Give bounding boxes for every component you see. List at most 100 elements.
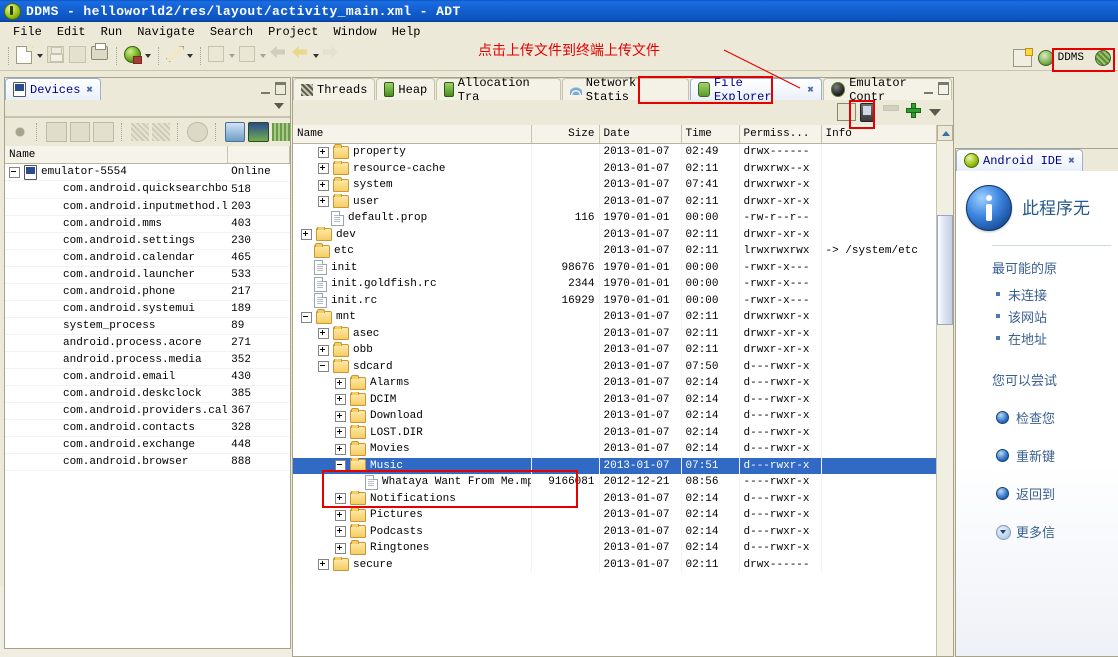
- list-item[interactable]: 重新键: [996, 446, 1118, 465]
- debug-process-icon[interactable]: [11, 123, 30, 141]
- menu-item-search[interactable]: Search: [203, 24, 261, 40]
- table-row[interactable]: init.goldfish.rc 2344 1970-01-01 00:00 -rwxr…: [293, 276, 937, 293]
- expand-icon[interactable]: [335, 443, 346, 455]
- table-row[interactable]: com.android.settings 230: [5, 232, 290, 250]
- screen-capture-device-icon[interactable]: [69, 122, 91, 142]
- devices-col-status[interactable]: [227, 146, 290, 164]
- debug-dropdown-arrow-icon[interactable]: [187, 54, 193, 58]
- new-android-project-button[interactable]: [208, 46, 228, 66]
- scroll-up-arrow-icon[interactable]: [937, 125, 953, 141]
- minimize-icon[interactable]: [924, 83, 933, 94]
- run-button[interactable]: [124, 46, 144, 66]
- table-row[interactable]: mnt 2013-01-07 02:11 drwxrwxr-x: [293, 309, 937, 326]
- table-row[interactable]: etc 2013-01-07 02:11 lrwxrwxrwx -> /system/e…: [293, 243, 937, 260]
- expand-icon[interactable]: [318, 559, 329, 571]
- table-row[interactable]: Download 2013-01-07 02:14 d---rwxr-x: [293, 408, 937, 425]
- halt-icon[interactable]: [187, 122, 208, 142]
- col-size[interactable]: Size: [531, 125, 600, 144]
- table-row[interactable]: init 98676 1970-01-01 00:00 -rwxr-x---: [293, 259, 937, 276]
- history-dropdown-arrow-icon[interactable]: [313, 54, 319, 58]
- table-row[interactable]: com.android.mms 403: [5, 215, 290, 233]
- tab-heap[interactable]: Heap: [376, 78, 436, 100]
- collapse-icon[interactable]: [301, 311, 312, 323]
- expand-icon[interactable]: [335, 526, 346, 538]
- collapse-icon[interactable]: [335, 460, 346, 472]
- table-row[interactable]: Ringtones 2013-01-07 02:14 d---rwxr-x: [293, 540, 937, 557]
- table-row[interactable]: resource-cache 2013-01-07 02:11 drwxrwx--x: [293, 160, 937, 177]
- col-time[interactable]: Time: [681, 125, 740, 144]
- table-row[interactable]: com.android.systemui 189: [5, 300, 290, 318]
- table-row[interactable]: com.android.quicksearchbox 518: [5, 181, 290, 199]
- table-row[interactable]: com.android.email 430: [5, 368, 290, 386]
- col-name[interactable]: Name: [293, 125, 532, 144]
- maximize-icon[interactable]: [275, 82, 286, 95]
- table-row[interactable]: com.android.browser 888: [5, 453, 290, 471]
- pull-file-button[interactable]: [837, 103, 856, 122]
- expand-icon[interactable]: [335, 377, 346, 389]
- save-button[interactable]: [47, 46, 67, 66]
- table-row[interactable]: Whataya Want From Me.mp3 9166081 2012-12-2…: [293, 474, 937, 491]
- maximize-icon[interactable]: [938, 82, 949, 95]
- view-menu-button[interactable]: [929, 103, 948, 122]
- expand-icon[interactable]: [335, 427, 346, 439]
- menu-item-edit[interactable]: Edit: [50, 24, 94, 40]
- table-row[interactable]: default.prop 116 1970-01-01 00:00 -rw-r--r--: [293, 210, 937, 227]
- table-row[interactable]: com.android.inputmethod.la 203: [5, 198, 290, 216]
- table-row[interactable]: user 2013-01-07 02:11 drwxr-xr-x: [293, 193, 937, 210]
- close-icon[interactable]: ✖: [86, 83, 93, 97]
- screen-capture-icon[interactable]: [224, 122, 246, 142]
- open-perspective-button[interactable]: [1012, 48, 1033, 67]
- new-folder-button[interactable]: [906, 103, 925, 122]
- run-dropdown-arrow-icon[interactable]: [145, 54, 151, 58]
- new-dropdown-arrow-icon[interactable]: [37, 54, 43, 58]
- table-row[interactable]: Music 2013-01-07 07:51 d---rwxr-x: [293, 457, 937, 474]
- tab-devices[interactable]: Devices ✖: [5, 78, 102, 100]
- minimize-icon[interactable]: [261, 83, 270, 94]
- menu-item-window[interactable]: Window: [326, 24, 384, 40]
- list-item[interactable]: 返回到: [996, 484, 1118, 503]
- menu-item-run[interactable]: Run: [94, 24, 131, 40]
- menu-item-project[interactable]: Project: [261, 24, 326, 40]
- expand-icon[interactable]: [318, 163, 329, 175]
- expand-icon[interactable]: [335, 509, 346, 521]
- file-explorer-scrollbar[interactable]: [936, 125, 953, 656]
- back-button[interactable]: [270, 46, 290, 66]
- menu-item-file[interactable]: File: [6, 24, 50, 40]
- table-row[interactable]: init.rc 16929 1970-01-01 00:00 -rwxr-x---: [293, 292, 937, 309]
- table-row[interactable]: Pictures 2013-01-07 02:14 d---rwxr-x: [293, 507, 937, 524]
- table-row[interactable]: system 2013-01-07 07:41 drwxrwxr-x: [293, 177, 937, 194]
- table-row[interactable]: asec 2013-01-07 02:11 drwxr-xr-x: [293, 325, 937, 342]
- table-row[interactable]: Alarms 2013-01-07 02:14 d---rwxr-x: [293, 375, 937, 392]
- table-row[interactable]: obb 2013-01-07 02:11 drwxr-xr-x: [293, 342, 937, 359]
- print-button[interactable]: [91, 43, 111, 66]
- view-menu-icon[interactable]: [274, 103, 284, 109]
- trash-icon[interactable]: [93, 122, 114, 142]
- expand-icon[interactable]: [318, 179, 329, 191]
- expand-icon[interactable]: [301, 229, 312, 241]
- scrollbar-thumb[interactable]: [937, 215, 953, 325]
- start-method-profiling-icon[interactable]: [130, 123, 149, 141]
- table-row[interactable]: LOST.DIR 2013-01-07 02:14 d---rwxr-x: [293, 424, 937, 441]
- delete-button[interactable]: [883, 103, 902, 122]
- list-item[interactable]: 检查您: [996, 408, 1118, 427]
- tab-file-explorer[interactable]: File Explorer ✖: [689, 76, 822, 104]
- forward-button[interactable]: [323, 46, 343, 66]
- table-row[interactable]: system_process 89: [5, 317, 290, 335]
- table-row[interactable]: secure 2013-01-07 02:11 drwx------: [293, 556, 937, 573]
- table-row[interactable]: com.android.calendar 465: [5, 249, 290, 267]
- perspective-other-button[interactable]: [1092, 49, 1116, 67]
- col-perm[interactable]: Permiss...: [739, 125, 822, 144]
- table-row[interactable]: Movies 2013-01-07 02:14 d---rwxr-x: [293, 441, 937, 458]
- table-row[interactable]: Notifications 2013-01-07 02:14 d---rwxr-x: [293, 490, 937, 507]
- list-item[interactable]: 更多信: [996, 522, 1118, 541]
- table-row[interactable]: com.android.phone 217: [5, 283, 290, 301]
- collapse-icon[interactable]: [9, 166, 20, 178]
- expand-icon[interactable]: [318, 196, 329, 208]
- table-row[interactable]: dev 2013-01-07 02:11 drwxr-xr-x: [293, 226, 937, 243]
- expand-icon[interactable]: [335, 394, 346, 406]
- table-row[interactable]: sdcard 2013-01-07 07:50 d---rwxr-x: [293, 358, 937, 375]
- menu-item-navigate[interactable]: Navigate: [130, 24, 203, 40]
- debug-as-button[interactable]: [166, 46, 186, 66]
- push-file-button[interactable]: [860, 103, 879, 122]
- new-button[interactable]: [16, 44, 36, 66]
